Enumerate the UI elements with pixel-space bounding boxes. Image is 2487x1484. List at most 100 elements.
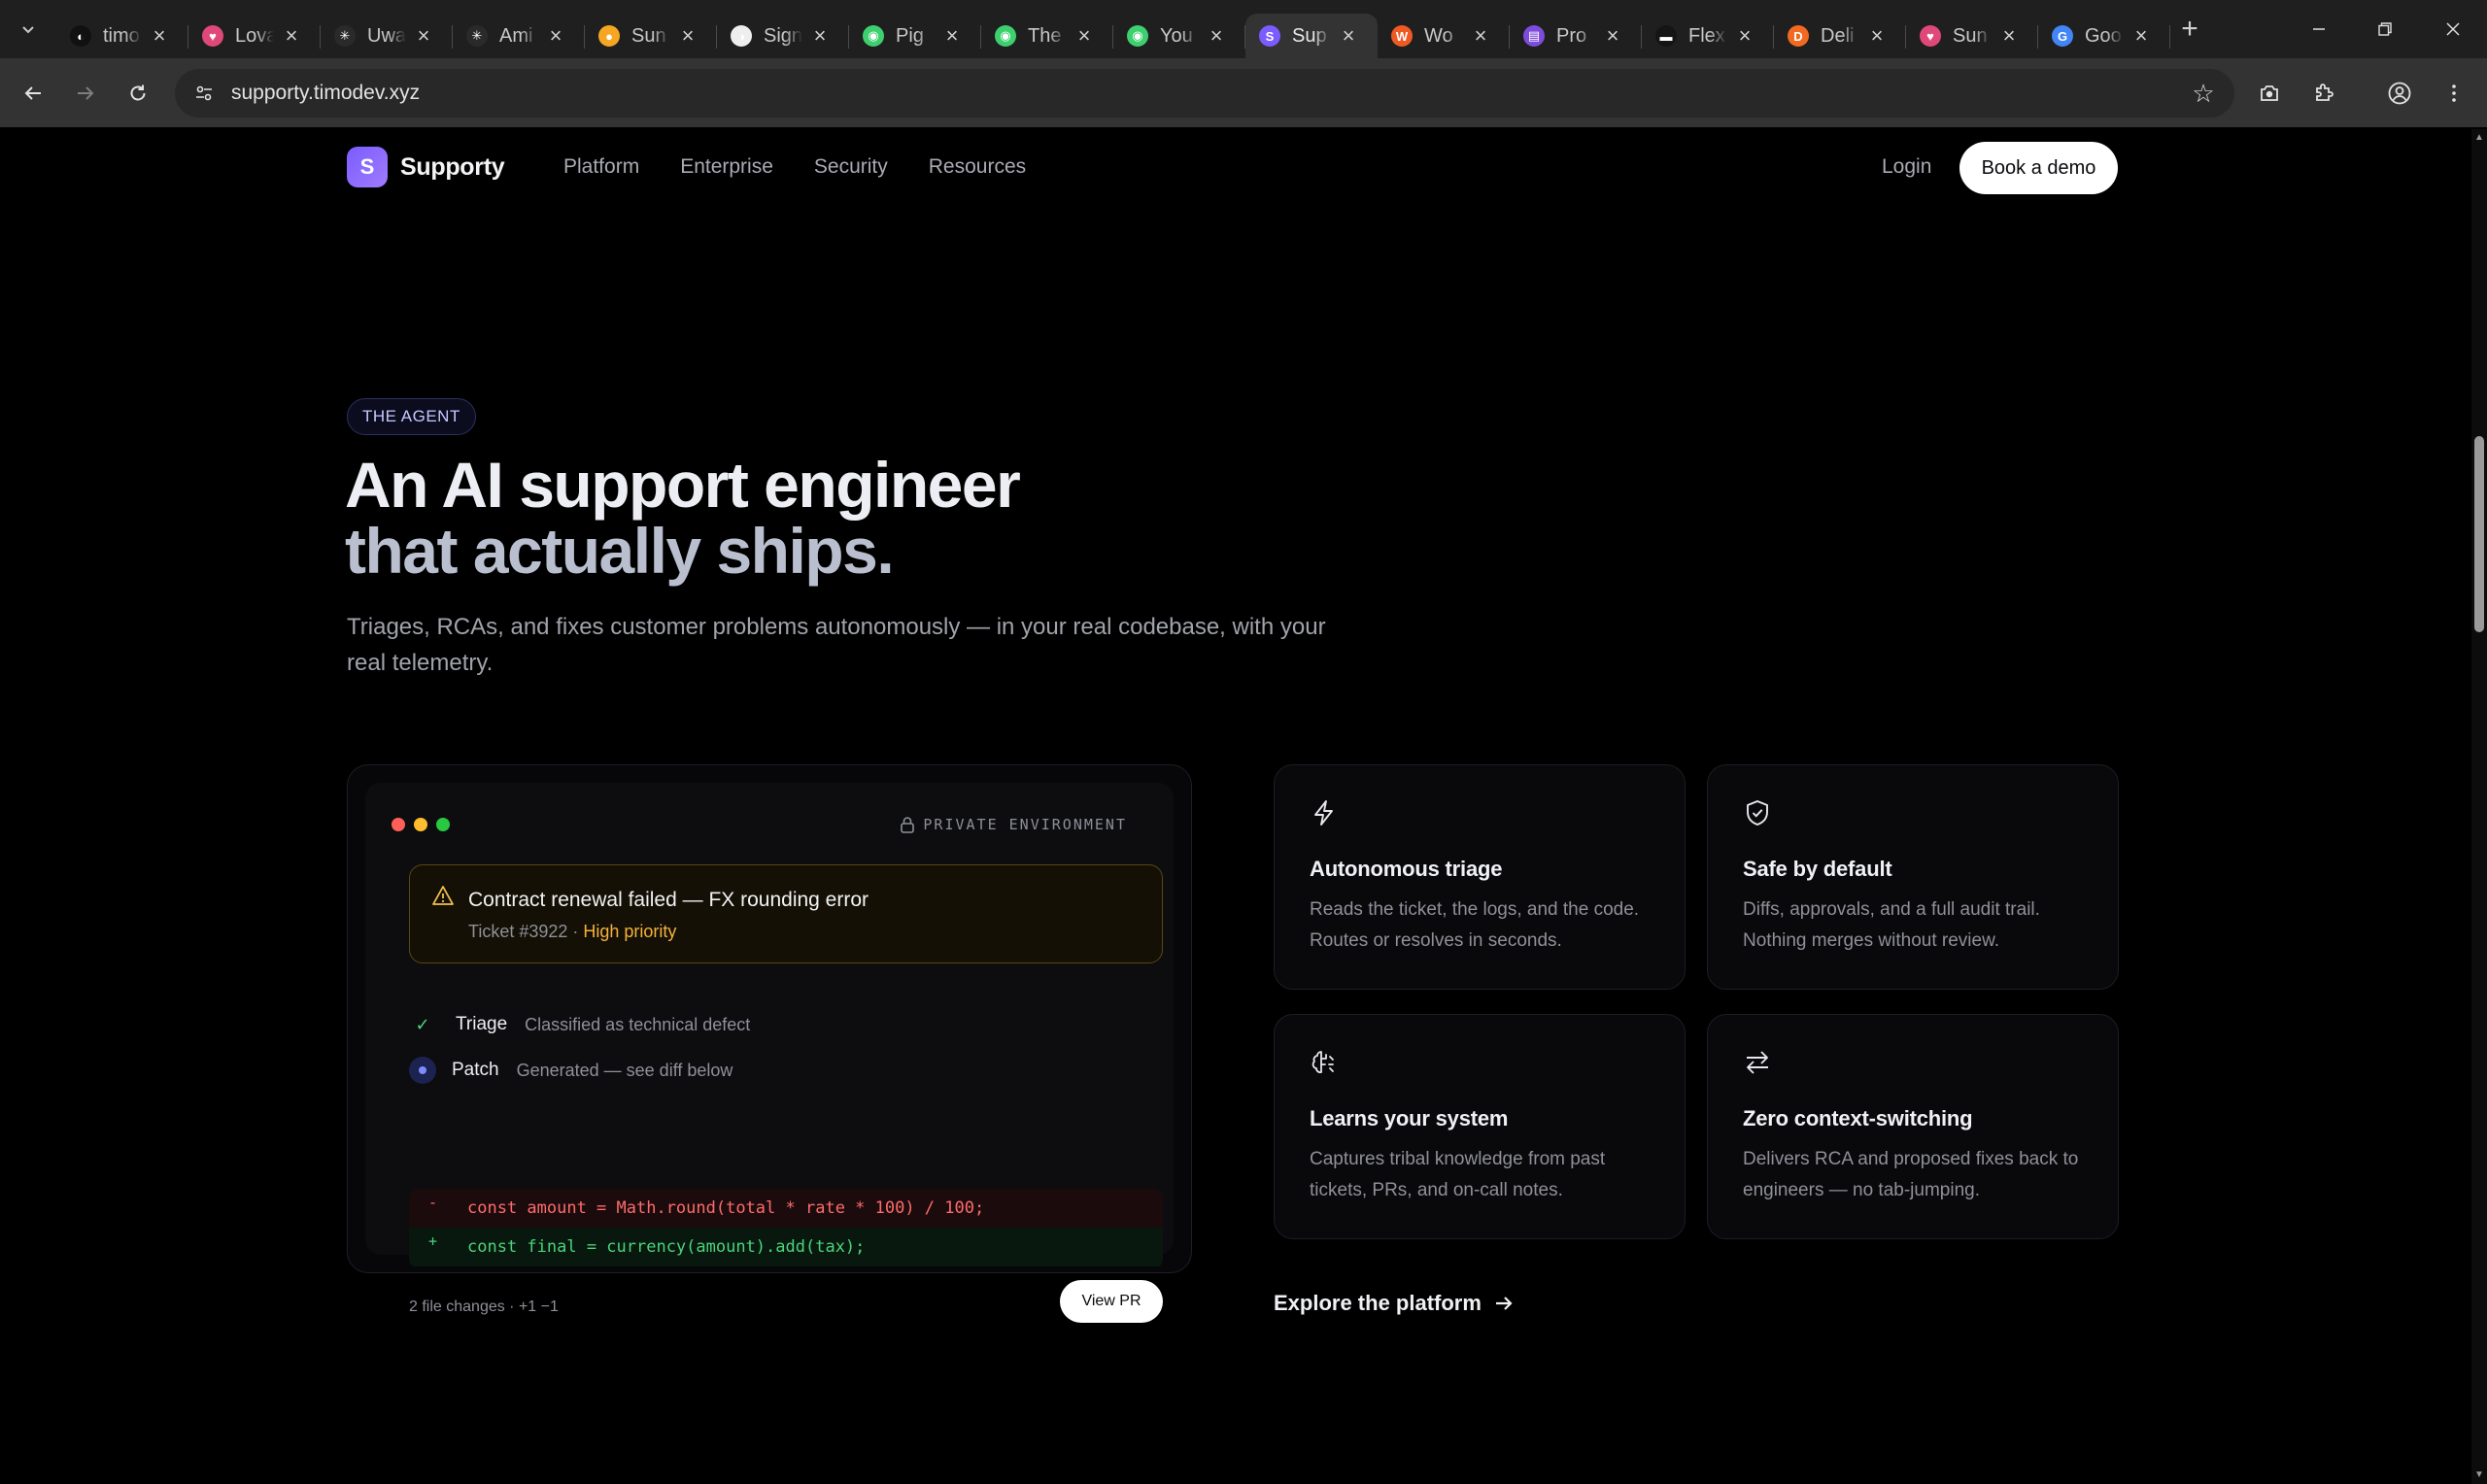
browser-tab[interactable]: ▤ Pro × xyxy=(1510,14,1642,58)
diff-line-added: + const final = currency(amount).add(tax… xyxy=(409,1228,1163,1266)
extensions-button[interactable] xyxy=(2302,72,2345,115)
tab-favicon-icon: ◉ xyxy=(995,25,1016,47)
tab-title: timo xyxy=(103,24,140,47)
ticket-alert[interactable]: Contract renewal failed — FX rounding er… xyxy=(409,864,1163,963)
minimize-button[interactable] xyxy=(2293,10,2345,49)
tab-close-icon[interactable]: × xyxy=(1731,22,1758,50)
ticket-number: Ticket #3922 · xyxy=(468,922,584,941)
menu-button[interactable] xyxy=(2433,72,2475,115)
feature-description: Diffs, approvals, and a full audit trail… xyxy=(1743,899,2040,951)
agent-demo-card: PRIVATE ENVIRONMENT Contract renewal fai… xyxy=(347,764,1192,1323)
tab-close-icon[interactable]: × xyxy=(146,22,173,50)
window-dot-green xyxy=(436,818,450,831)
browser-tab[interactable]: ♥ Lovable× xyxy=(188,14,321,58)
nav-link-security[interactable]: Security xyxy=(814,155,888,179)
reload-button[interactable] xyxy=(117,72,159,115)
tab-favicon-icon: ◐ xyxy=(70,25,91,47)
tab-close-icon[interactable]: × xyxy=(1995,22,2023,50)
forward-button[interactable] xyxy=(64,72,107,115)
tab-close-icon[interactable]: × xyxy=(2128,22,2155,50)
restore-button[interactable] xyxy=(2359,10,2411,49)
view-pr-button[interactable]: View PR xyxy=(1060,1280,1163,1323)
explore-platform-link[interactable]: Explore the platform xyxy=(1274,1291,1515,1316)
tab-close-icon[interactable]: × xyxy=(1467,22,1494,50)
hero-subtitle: Triages, RCAs, and fixes customer proble… xyxy=(347,614,1326,676)
plus-icon: + xyxy=(2181,13,2198,45)
brand-name: Supporty xyxy=(400,152,505,181)
checkmark-icon: ✓ xyxy=(415,1014,430,1034)
tab-title: Deli xyxy=(1821,24,1855,47)
tab-favicon-icon: W xyxy=(1391,25,1413,47)
browser-tab[interactable]: ● Sun × xyxy=(585,14,717,58)
tab-close-icon[interactable]: × xyxy=(1335,22,1362,50)
tab-favicon-icon: ▤ xyxy=(1523,25,1545,47)
tab-close-icon[interactable]: × xyxy=(938,22,966,50)
nav-link-enterprise[interactable]: Enterprise xyxy=(680,155,773,179)
tab-close-icon[interactable]: × xyxy=(542,22,569,50)
browser-tab[interactable]: ◉ You × xyxy=(1113,14,1245,58)
back-button[interactable] xyxy=(12,72,54,115)
tab-close-icon[interactable]: × xyxy=(674,22,701,50)
lock-icon xyxy=(901,817,915,833)
feature-card-zero-context-switching: Zero context-switching Delivers RCA and … xyxy=(1707,1014,2119,1239)
tab-title: Goo xyxy=(2085,24,2122,47)
scroll-down-arrow[interactable]: ▼ xyxy=(2474,1470,2484,1480)
tab-close-icon[interactable]: × xyxy=(806,22,834,50)
tab-close-icon[interactable]: × xyxy=(1203,22,1230,50)
browser-tab[interactable]: D Deli × xyxy=(1774,14,1906,58)
browser-tab[interactable]: ✳ Uwa × xyxy=(321,14,453,58)
browser-tab[interactable]: S Sup × xyxy=(1245,14,1378,58)
brand-logo-icon: S xyxy=(347,147,388,187)
tab-search-button[interactable] xyxy=(10,12,47,47)
bookmark-star-icon[interactable]: ☆ xyxy=(2186,76,2221,111)
tab-title: The xyxy=(1028,24,1062,47)
scroll-thumb[interactable] xyxy=(2474,436,2484,632)
browser-tab[interactable]: W Wo × xyxy=(1378,14,1510,58)
browser-tab[interactable]: ◑ Sign × xyxy=(717,14,849,58)
browser-tab[interactable]: ✳ Ami × xyxy=(453,14,585,58)
diff-sign: - xyxy=(428,1194,438,1211)
browser-tab[interactable]: G Goo × xyxy=(2038,14,2170,58)
close-window-button[interactable] xyxy=(2427,10,2479,49)
feature-card-learns-your-system: Learns your system Captures tribal knowl… xyxy=(1274,1014,1686,1239)
tab-close-icon[interactable]: × xyxy=(1599,22,1626,50)
feature-description: Delivers RCA and proposed fixes back to … xyxy=(1743,1149,2079,1200)
nav-link-resources[interactable]: Resources xyxy=(929,155,1026,179)
browser-tab[interactable]: ◉ Pig × xyxy=(849,14,981,58)
step-patch: Patch Generated — see diff below xyxy=(409,1057,732,1084)
step-name: Patch xyxy=(452,1060,499,1080)
explore-link-label: Explore the platform xyxy=(1274,1291,1482,1315)
tab-close-icon[interactable]: × xyxy=(410,22,437,50)
book-demo-button[interactable]: Book a demo xyxy=(1959,142,2118,194)
screenshot-button[interactable] xyxy=(2248,72,2291,115)
scroll-up-arrow[interactable]: ▲ xyxy=(2474,133,2484,143)
tab-title: Sup xyxy=(1292,24,1327,47)
tab-title: Pig xyxy=(896,24,924,47)
ticket-title: Contract renewal failed — FX rounding er… xyxy=(468,889,869,911)
profile-button[interactable] xyxy=(2378,72,2421,115)
feature-description: Captures tribal knowledge from past tick… xyxy=(1310,1149,1606,1200)
browser-tab[interactable]: ◐ timo × xyxy=(56,14,188,58)
step-triage: ✓ Triage Classified as technical defect xyxy=(409,1011,750,1038)
headline-line-1: An AI support engineer xyxy=(345,449,1021,521)
tab-close-icon[interactable]: × xyxy=(278,22,305,50)
reload-icon xyxy=(130,84,146,101)
feature-card-autonomous-triage: Autonomous triage Reads the ticket, the … xyxy=(1274,764,1686,990)
brand-logo-link[interactable]: S Supporty xyxy=(347,147,505,187)
window-dot-red xyxy=(392,818,405,831)
browser-tab[interactable]: ▬ Flex × xyxy=(1642,14,1774,58)
in-progress-icon xyxy=(409,1057,436,1084)
nav-link-platform[interactable]: Platform xyxy=(563,155,639,179)
address-bar[interactable]: supporty.timodev.xyz ☆ xyxy=(175,69,2234,118)
arrow-right-icon xyxy=(1495,1297,1513,1310)
page-scrollbar[interactable]: ▲ ▼ xyxy=(2471,129,2487,1484)
new-tab-button[interactable]: + xyxy=(2174,13,2205,45)
login-link[interactable]: Login xyxy=(1882,155,1931,179)
url-text[interactable]: supporty.timodev.xyz xyxy=(231,82,420,105)
browser-tab[interactable]: ◉ The × xyxy=(981,14,1113,58)
tab-title: Lovable xyxy=(235,24,274,47)
site-info-icon[interactable] xyxy=(187,76,221,111)
tab-close-icon[interactable]: × xyxy=(1071,22,1098,50)
browser-tab[interactable]: ♥ Sun × xyxy=(1906,14,2038,58)
tab-close-icon[interactable]: × xyxy=(1863,22,1891,50)
